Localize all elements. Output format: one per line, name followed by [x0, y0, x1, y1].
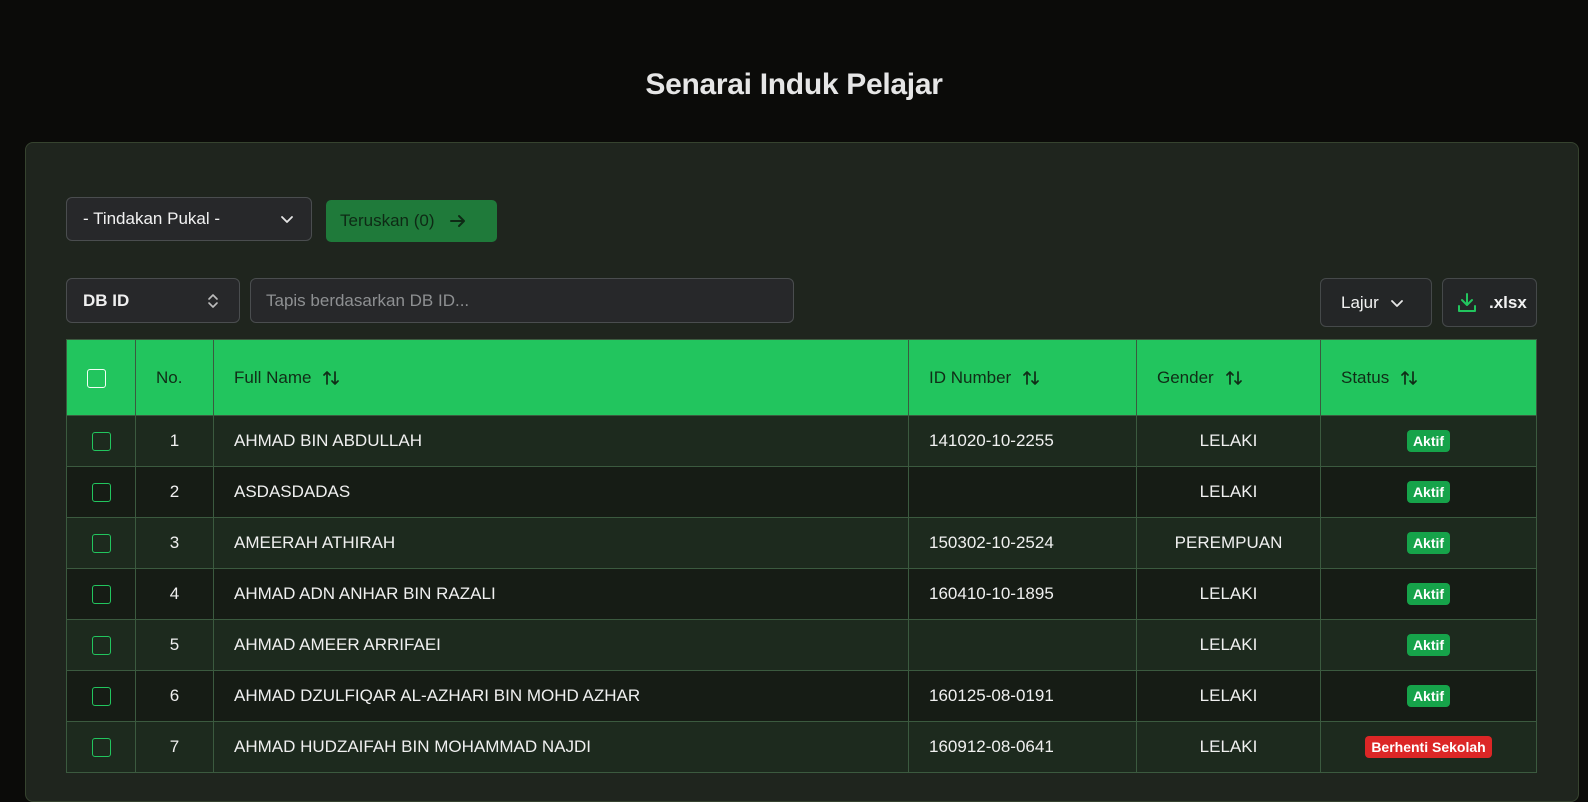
status-badge: Berhenti Sekolah — [1365, 736, 1492, 758]
bulk-action-select[interactable]: - Tindakan Pukal - — [66, 197, 312, 241]
row-name: AHMAD HUDZAIFAH BIN MOHAMMAD NAJDI — [213, 721, 909, 773]
column-header-id[interactable]: ID Number — [908, 339, 1137, 416]
filter-input[interactable] — [250, 278, 794, 323]
status-badge: Aktif — [1406, 430, 1451, 452]
table-row: 3 AMEERAH ATHIRAH 150302-10-2524 PEREMPU… — [66, 517, 1537, 569]
sort-icon[interactable] — [1399, 368, 1419, 388]
table-row: 4 AHMAD ADN ANHAR BIN RAZALI 160410-10-1… — [66, 568, 1537, 620]
row-no: 6 — [135, 670, 214, 722]
export-label: .xlsx — [1489, 292, 1527, 312]
table-row: 1 AHMAD BIN ABDULLAH 141020-10-2255 LELA… — [66, 415, 1537, 467]
filter-field-label: DB ID — [83, 290, 130, 310]
page-title: Senarai Induk Pelajar — [645, 68, 943, 101]
students-table: No. Full Name ID Number Gender Status 1 … — [66, 339, 1537, 773]
row-id-number: 150302-10-2524 — [908, 517, 1137, 569]
status-badge: Aktif — [1406, 532, 1451, 554]
row-checkbox[interactable] — [91, 687, 111, 706]
row-no: 7 — [135, 721, 214, 773]
row-name: AHMAD BIN ABDULLAH — [213, 415, 909, 467]
row-id-number — [908, 466, 1137, 518]
export-xlsx-button[interactable]: .xlsx — [1442, 278, 1537, 327]
row-name: ASDASDADAS — [213, 466, 909, 518]
row-name: AMEERAH ATHIRAH — [213, 517, 909, 569]
row-no: 1 — [135, 415, 214, 467]
sort-icon[interactable] — [321, 368, 341, 388]
column-header-name[interactable]: Full Name — [213, 339, 909, 416]
row-gender: LELAKI — [1136, 619, 1321, 671]
proceed-button[interactable]: Teruskan (0) — [326, 200, 497, 242]
row-no: 5 — [135, 619, 214, 671]
row-gender: LELAKI — [1136, 466, 1321, 518]
row-checkbox[interactable] — [91, 738, 111, 757]
bulk-action-label: - Tindakan Pukal - — [83, 209, 221, 228]
row-checkbox[interactable] — [91, 636, 111, 655]
status-badge: Aktif — [1406, 634, 1451, 656]
table-header-row: No. Full Name ID Number Gender Status — [66, 339, 1537, 416]
row-checkbox[interactable] — [91, 483, 111, 502]
sort-icon[interactable] — [1224, 368, 1244, 388]
row-checkbox[interactable] — [91, 432, 111, 451]
row-no: 2 — [135, 466, 214, 518]
table-row: 5 AHMAD AMEER ARRIFAEI LELAKI Aktif — [66, 619, 1537, 671]
row-gender: LELAKI — [1136, 415, 1321, 467]
status-badge: Aktif — [1406, 685, 1451, 707]
row-id-number — [908, 619, 1137, 671]
table-row: 2 ASDASDADAS LELAKI Aktif — [66, 466, 1537, 518]
row-gender: LELAKI — [1136, 670, 1321, 722]
row-id-number: 141020-10-2255 — [908, 415, 1137, 467]
arrow-right-icon — [448, 211, 468, 231]
row-id-number: 160125-08-0191 — [908, 670, 1137, 722]
filter-field-select[interactable]: DB ID — [66, 278, 240, 323]
row-name: AHMAD DZULFIQAR AL-AZHARI BIN MOHD AZHAR — [213, 670, 909, 722]
row-no: 3 — [135, 517, 214, 569]
status-badge: Aktif — [1406, 481, 1451, 503]
row-name: AHMAD AMEER ARRIFAEI — [213, 619, 909, 671]
download-icon — [1455, 291, 1479, 315]
table-row: 7 AHMAD HUDZAIFAH BIN MOHAMMAD NAJDI 160… — [66, 721, 1537, 773]
row-id-number: 160912-08-0641 — [908, 721, 1137, 773]
column-header-no: No. — [135, 339, 214, 416]
column-header-gender[interactable]: Gender — [1136, 339, 1321, 416]
chevron-down-icon — [279, 211, 295, 227]
row-gender: LELAKI — [1136, 568, 1321, 620]
row-name: AHMAD ADN ANHAR BIN RAZALI — [213, 568, 909, 620]
columns-label: Lajur — [1341, 292, 1379, 312]
column-header-status[interactable]: Status — [1320, 339, 1537, 416]
sort-icon[interactable] — [1021, 368, 1041, 388]
table-row: 6 AHMAD DZULFIQAR AL-AZHARI BIN MOHD AZH… — [66, 670, 1537, 722]
row-checkbox[interactable] — [91, 585, 111, 604]
row-checkbox[interactable] — [91, 534, 111, 553]
row-gender: PEREMPUAN — [1136, 517, 1321, 569]
chevron-updown-icon — [205, 292, 221, 310]
row-no: 4 — [135, 568, 214, 620]
row-gender: LELAKI — [1136, 721, 1321, 773]
select-all-checkbox[interactable] — [87, 368, 106, 388]
status-badge: Aktif — [1406, 583, 1451, 605]
columns-button[interactable]: Lajur — [1320, 278, 1432, 327]
select-all-cell — [66, 339, 136, 416]
row-id-number: 160410-10-1895 — [908, 568, 1137, 620]
proceed-label: Teruskan (0) — [340, 211, 435, 230]
chevron-down-icon — [1389, 295, 1405, 311]
